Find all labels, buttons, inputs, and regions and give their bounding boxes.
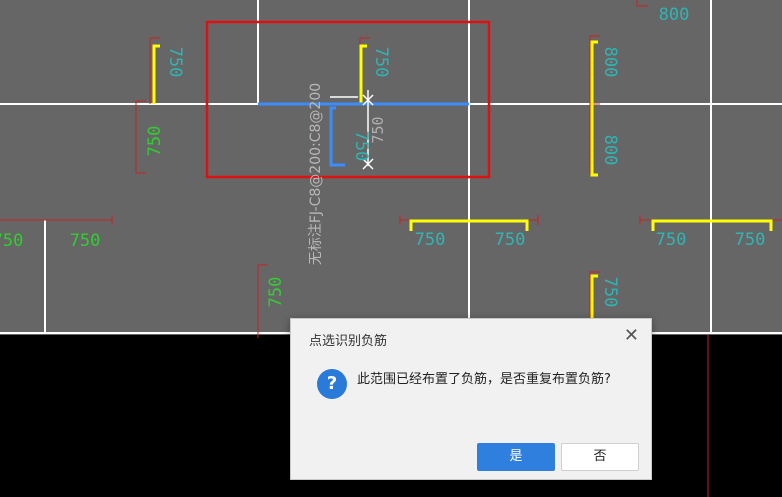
dimension-label: 750 xyxy=(656,230,687,250)
dimension-label: 750 xyxy=(70,231,101,251)
dimension-label: 750 xyxy=(266,277,286,308)
dialog-message: 此范围已经布置了负筋，是否重复布置负筋? xyxy=(357,372,611,387)
dimension-label: 750 xyxy=(165,47,185,78)
dimension-label: 750 xyxy=(600,277,620,308)
close-icon[interactable]: ✕ xyxy=(624,326,639,346)
dimension-label: 800 xyxy=(600,135,620,166)
dimension-label: 750 xyxy=(495,230,526,250)
dimension-label: 750 xyxy=(415,230,446,250)
dimension-label: 750 xyxy=(735,230,766,250)
dialog-title: 点选识别负筋 xyxy=(309,334,388,349)
no-button[interactable]: 否 xyxy=(561,443,639,471)
dimension-label: 800 xyxy=(659,5,690,25)
dimension-label: 750 xyxy=(351,131,371,162)
confirm-dialog: 点选识别负筋 ✕ ? 此范围已经布置了负筋，是否重复布置负筋? 是 否 xyxy=(290,318,652,480)
rebar-annotation: 无标注FJ-C8@200:C8@200 xyxy=(308,83,324,265)
dimension-label: 750 xyxy=(0,231,23,251)
yes-button[interactable]: 是 xyxy=(477,443,555,471)
dimension-label: 800 xyxy=(600,47,620,78)
question-icon: ? xyxy=(317,369,347,399)
dimension-label: 750 xyxy=(369,116,387,143)
dimension-label: 750 xyxy=(145,126,165,157)
dimension-label: 750 xyxy=(371,47,391,78)
